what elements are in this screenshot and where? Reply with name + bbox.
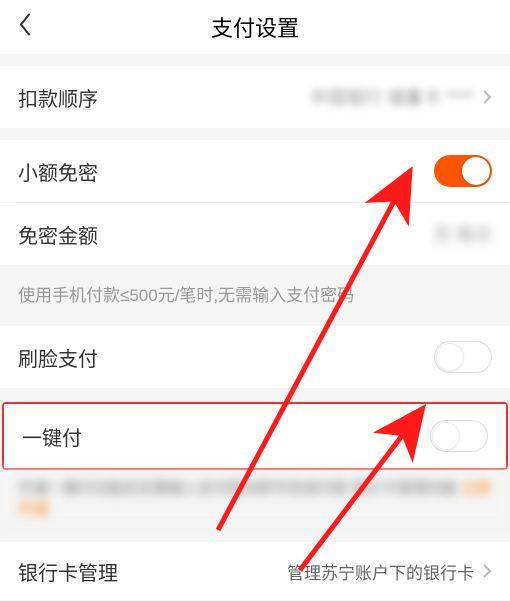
spacer — [0, 522, 510, 542]
row-face-pay: 刷脸支付 — [0, 326, 510, 388]
spacer — [0, 128, 510, 140]
back-icon[interactable] — [18, 13, 32, 42]
toggle-knob — [436, 343, 464, 371]
face-pay-toggle[interactable] — [434, 341, 492, 373]
deduction-order-label: 扣款顺序 — [18, 83, 98, 112]
free-amount-label: 免密金额 — [18, 220, 98, 249]
spacer — [0, 54, 510, 66]
blurred-hint: 开通一键付功能后无需输入支付密码即可完成付款 银行卡管理功能 立即开通 — [0, 470, 510, 522]
small-free-label: 小额免密 — [18, 157, 98, 186]
page-title: 支付设置 — [0, 11, 510, 43]
row-deduction-order[interactable]: 扣款顺序 中国银行 储蓄卡 **** — [0, 66, 510, 128]
row-one-click: 一键付 — [4, 404, 506, 468]
bank-mgmt-label: 银行卡管理 — [18, 557, 118, 586]
bank-mgmt-sub: 管理苏宁账户下的银行卡 — [287, 559, 474, 584]
deduction-order-value-wrap: 中国银行 储蓄卡 **** — [310, 84, 492, 110]
one-click-toggle[interactable] — [430, 420, 488, 452]
one-click-label: 一键付 — [22, 422, 82, 451]
header: 支付设置 — [0, 0, 510, 54]
bank-mgmt-value-wrap: 管理苏宁账户下的银行卡 — [287, 559, 492, 584]
face-pay-label: 刷脸支付 — [18, 343, 98, 372]
toggle-knob — [462, 157, 490, 185]
row-small-free: 小额免密 — [0, 140, 510, 202]
deduction-order-value: 中国银行 储蓄卡 **** — [310, 84, 474, 110]
hint-text: 使用手机付款≤500元/笔时,无需输入支付密码 — [0, 265, 510, 326]
toggle-knob — [432, 422, 460, 450]
spacer — [0, 388, 510, 402]
free-amount-value: 无 每次 — [433, 221, 492, 247]
chevron-right-icon — [482, 563, 492, 579]
row-free-amount[interactable]: 免密金额 无 每次 — [0, 203, 510, 265]
small-free-toggle[interactable] — [434, 155, 492, 187]
chevron-right-icon — [482, 89, 492, 105]
highlight-box: 一键付 — [2, 402, 508, 470]
row-bank-management[interactable]: 银行卡管理 管理苏宁账户下的银行卡 — [0, 542, 510, 600]
